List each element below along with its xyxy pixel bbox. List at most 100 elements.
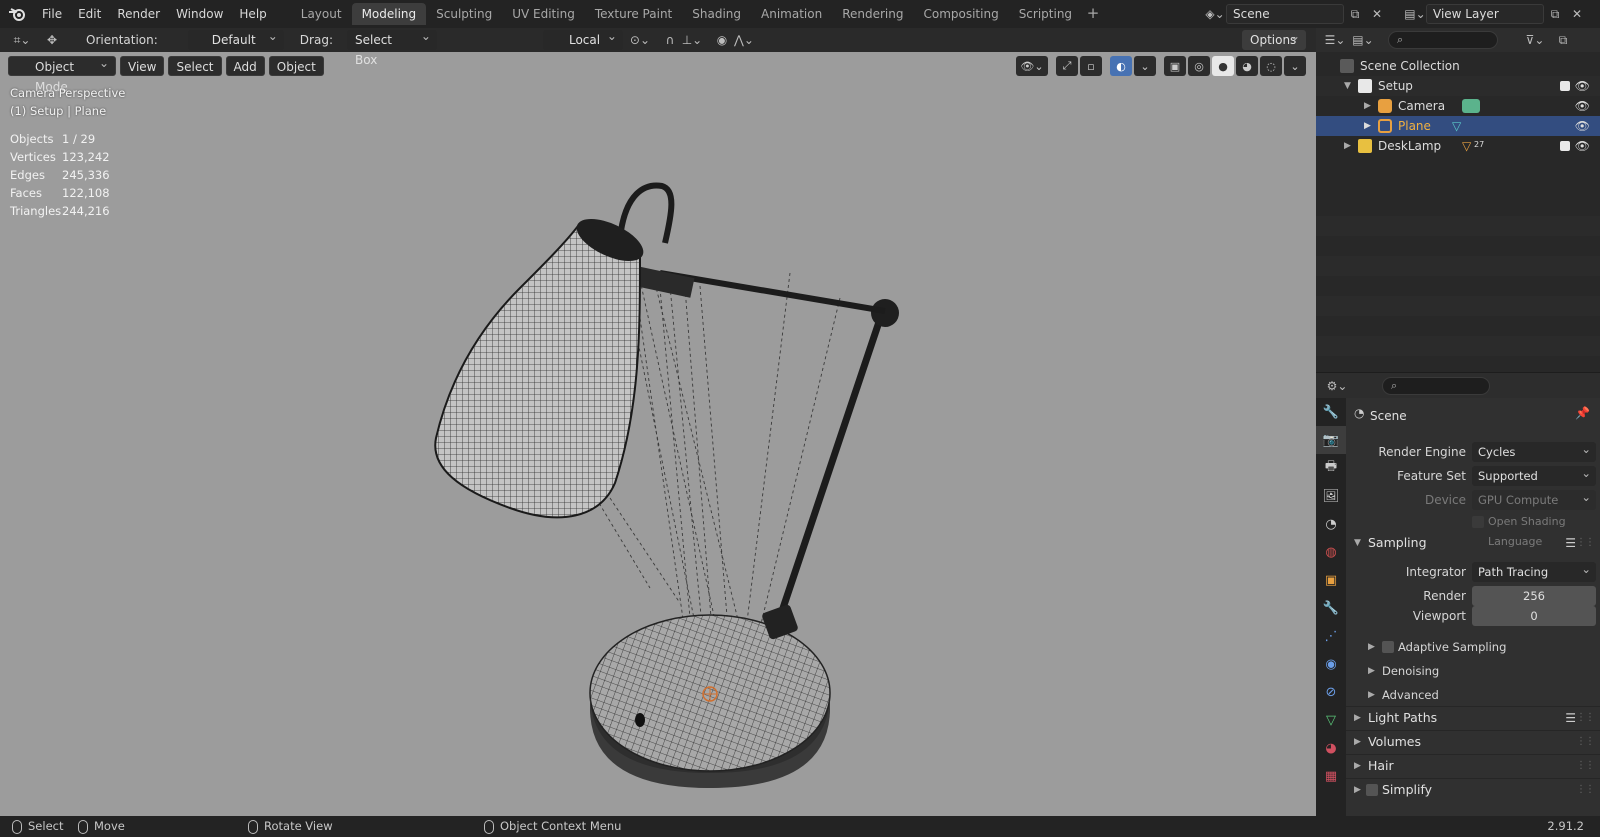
hair-panel-header[interactable]: ▶ Hair ⋮⋮: [1346, 754, 1600, 776]
viewport-samples-field[interactable]: 0: [1472, 606, 1596, 626]
data-tab-icon[interactable]: ▽: [1316, 706, 1346, 734]
render-samples-field[interactable]: 256: [1472, 586, 1596, 606]
device-dropdown[interactable]: GPU Compute ⌄: [1472, 490, 1596, 510]
outliner-row-scene-collection[interactable]: Scene Collection: [1316, 56, 1600, 76]
view-layer-tab-icon[interactable]: 🖼: [1316, 482, 1346, 510]
outliner-row-plane[interactable]: ▶ Plane ▽ 👁: [1316, 116, 1600, 136]
particles-tab-icon[interactable]: ⋰: [1316, 622, 1346, 650]
output-tab-icon[interactable]: 🖶: [1316, 454, 1346, 482]
denoising-subpanel[interactable]: ▶ Denoising: [1346, 660, 1600, 682]
delete-view-layer-icon[interactable]: ✕: [1566, 4, 1588, 24]
visibility-eye-icon[interactable]: 👁: [1575, 96, 1590, 116]
visibility-eye-icon[interactable]: 👁: [1575, 76, 1590, 96]
render-engine-dropdown[interactable]: Cycles ⌄: [1472, 442, 1596, 462]
scene-selector: ◈⌄ Scene ⧉ ✕: [1204, 3, 1388, 25]
menu-help[interactable]: Help: [231, 3, 274, 25]
workspace-tabs: Layout Modeling Sculpting UV Editing Tex…: [291, 3, 1104, 25]
physics-tab-icon[interactable]: ◉: [1316, 650, 1346, 678]
view-layer-field[interactable]: View Layer: [1426, 4, 1544, 24]
texture-tab-icon[interactable]: ▦: [1316, 762, 1346, 790]
new-view-layer-icon[interactable]: ⧉: [1544, 4, 1566, 24]
viewport-samples-row: Viewport 0: [1346, 606, 1600, 626]
object-tab-icon[interactable]: ▣: [1316, 566, 1346, 594]
menu-file[interactable]: File: [34, 3, 70, 25]
light-paths-panel-header[interactable]: ▶ Light Paths ☰ ⋮⋮: [1346, 706, 1600, 728]
status-select: Select: [12, 816, 63, 837]
adaptive-sampling-subpanel[interactable]: ▶ Adaptive Sampling: [1346, 636, 1600, 658]
status-move: Move: [78, 816, 125, 837]
desk-lamp-wireframe[interactable]: [0, 28, 1316, 816]
3d-viewport[interactable]: ⌗⌄ ✥ Orientation: Default Drag: Select B…: [0, 28, 1316, 816]
outliner-row-desklamp[interactable]: ▶ DeskLamp ▽ 27 👁: [1316, 136, 1600, 156]
tool-tab-icon[interactable]: 🔧: [1316, 398, 1346, 426]
properties-search-input[interactable]: ⌕: [1382, 376, 1490, 395]
visibility-eye-icon[interactable]: 👁: [1575, 116, 1590, 136]
presets-list-icon[interactable]: ☰: [1565, 532, 1576, 554]
tab-shading[interactable]: Shading: [682, 3, 751, 25]
properties-editor-type-icon[interactable]: ⚙⌄: [1326, 376, 1348, 396]
outliner-search-input[interactable]: ⌕: [1388, 31, 1498, 49]
new-scene-icon[interactable]: ⧉: [1344, 4, 1366, 24]
expand-triangle-icon[interactable]: ▶: [1364, 116, 1371, 136]
display-mode-icon[interactable]: ▤⌄: [1352, 30, 1374, 50]
tab-compositing[interactable]: Compositing: [913, 3, 1008, 25]
visibility-eye-icon[interactable]: 👁: [1575, 136, 1590, 156]
mouse-drag-icon: [78, 819, 88, 834]
constraints-tab-icon[interactable]: ⊘: [1316, 678, 1346, 706]
pin-icon[interactable]: 📌: [1575, 406, 1590, 420]
add-workspace-button[interactable]: +: [1082, 3, 1104, 25]
outliner-editor-type-icon[interactable]: ☰⌄: [1324, 30, 1346, 50]
mouse-middle-icon: [248, 819, 258, 834]
render-tab-icon[interactable]: 📷: [1316, 426, 1346, 454]
blender-logo-icon[interactable]: [0, 0, 34, 28]
menu-render[interactable]: Render: [109, 3, 168, 25]
expand-triangle-icon[interactable]: ▶: [1364, 96, 1371, 116]
adaptive-sampling-checkbox[interactable]: [1382, 641, 1394, 653]
menu-window[interactable]: Window: [168, 3, 231, 25]
mesh-data-icon[interactable]: ▽: [1452, 119, 1466, 133]
new-collection-icon[interactable]: ⧉: [1552, 30, 1574, 50]
tab-layout[interactable]: Layout: [291, 3, 352, 25]
delete-scene-icon[interactable]: ✕: [1366, 4, 1388, 24]
world-tab-icon[interactable]: ◍: [1316, 538, 1346, 566]
osl-row: Open Shading Language: [1346, 512, 1600, 548]
tab-sculpting[interactable]: Sculpting: [426, 3, 502, 25]
advanced-subpanel[interactable]: ▶ Advanced: [1346, 684, 1600, 706]
view-layer-selector: ▤⌄ View Layer ⧉ ✕: [1404, 3, 1588, 25]
scene-tab-icon[interactable]: ◔: [1316, 510, 1346, 538]
tab-scripting[interactable]: Scripting: [1009, 3, 1082, 25]
tab-rendering[interactable]: Rendering: [832, 3, 913, 25]
exclude-checkbox[interactable]: [1560, 81, 1570, 91]
tab-animation[interactable]: Animation: [751, 3, 832, 25]
sampling-panel-header[interactable]: ▼ Sampling ☰ ⋮⋮: [1346, 532, 1600, 554]
outliner-empty-rows: [1316, 196, 1600, 372]
view-layer-icon[interactable]: ▤⌄: [1404, 4, 1426, 24]
exclude-checkbox[interactable]: [1560, 141, 1570, 151]
simplify-panel-header[interactable]: ▶ Simplify ⋮⋮: [1346, 778, 1600, 800]
feature-set-row: Feature Set Supported ⌄: [1346, 466, 1600, 486]
expand-triangle-icon[interactable]: ▼: [1344, 76, 1351, 96]
tab-texture-paint[interactable]: Texture Paint: [585, 3, 682, 25]
volumes-panel-header[interactable]: ▶ Volumes ⋮⋮: [1346, 730, 1600, 752]
integrator-row: Integrator Path Tracing ⌄: [1346, 562, 1600, 582]
outliner-row-camera[interactable]: ▶ Camera 👁: [1316, 96, 1600, 116]
tab-modeling[interactable]: Modeling: [351, 3, 427, 25]
scene-name-field[interactable]: Scene: [1226, 4, 1344, 24]
object-count-badge: 27: [1474, 140, 1485, 149]
scene-icon[interactable]: ◈⌄: [1204, 4, 1226, 24]
material-tab-icon[interactable]: ◕: [1316, 734, 1346, 762]
feature-set-dropdown[interactable]: Supported ⌄: [1472, 466, 1596, 486]
expand-triangle-icon[interactable]: ▶: [1344, 136, 1351, 156]
properties-tabs: 🔧 📷 🖶 🖼 ◔ ◍ ▣ 🔧 ⋰ ◉ ⊘ ▽ ◕ ▦: [1316, 398, 1346, 816]
modifier-tab-icon[interactable]: 🔧: [1316, 594, 1346, 622]
tab-uv-editing[interactable]: UV Editing: [502, 3, 585, 25]
outliner-header: ☰⌄ ▤⌄ ⌕ ⊽⌄ ⧉: [1316, 28, 1600, 52]
osl-checkbox[interactable]: [1472, 516, 1484, 528]
integrator-dropdown[interactable]: Path Tracing ⌄: [1472, 562, 1596, 582]
filter-icon[interactable]: ⊽⌄: [1524, 30, 1546, 50]
outliner-row-setup[interactable]: ▼ Setup 👁: [1316, 76, 1600, 96]
camera-data-icon[interactable]: [1462, 99, 1480, 113]
menu-edit[interactable]: Edit: [70, 3, 109, 25]
simplify-checkbox[interactable]: [1366, 784, 1378, 796]
presets-list-icon[interactable]: ☰: [1565, 707, 1576, 729]
